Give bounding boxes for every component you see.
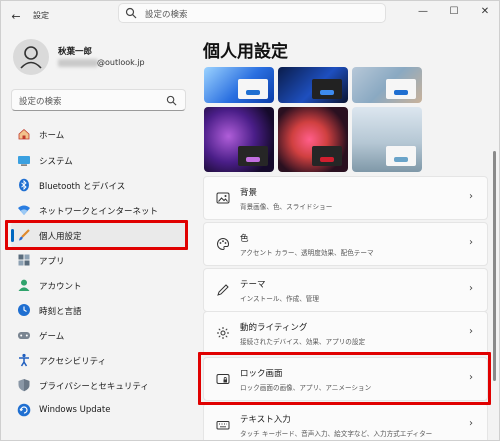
page-title: 個人用設定 <box>203 42 288 62</box>
theme-thumbnail-4[interactable] <box>204 107 274 172</box>
card-title: 色 <box>240 234 249 244</box>
search-icon <box>166 95 177 106</box>
theme-thumbnail-5[interactable] <box>278 107 348 172</box>
card-title: 背景 <box>240 188 258 198</box>
lighting-icon <box>216 326 230 340</box>
highlight-box-personalization <box>5 220 188 250</box>
update-icon <box>17 403 31 417</box>
back-button[interactable]: ← <box>7 7 25 25</box>
close-button[interactable]: ✕ <box>475 4 495 18</box>
profile-name: 秋葉一郎 <box>58 47 93 57</box>
sidebar-item-accessibility[interactable]: アクセシビリティ <box>11 347 186 373</box>
email-redacted <box>58 59 98 67</box>
account-icon <box>17 278 31 292</box>
theme-thumbnail-1[interactable] <box>204 67 274 103</box>
sidebar-item-label: Bluetooth とデバイス <box>39 182 126 192</box>
settings-window: ← 設定 設定の検索 — ☐ ✕ 秋葉一郎 @outlook.jp 設定の検索 <box>0 0 500 441</box>
sidebar-search-placeholder: 設定の検索 <box>19 97 62 107</box>
setting-themes[interactable]: テーマ インストール、作成、管理 › <box>203 268 488 312</box>
apps-icon <box>17 253 31 267</box>
highlight-box-lock-screen <box>198 352 491 405</box>
sidebar-item-label: アプリ <box>39 257 65 267</box>
sidebar-item-label: アカウント <box>39 282 82 292</box>
user-icon <box>20 46 42 69</box>
sidebar-item-bluetooth[interactable]: Bluetooth とデバイス <box>11 172 186 198</box>
sidebar-item-label: ネットワークとインターネット <box>39 207 159 217</box>
app-title: 設定 <box>33 11 49 20</box>
chevron-right-icon: › <box>469 191 473 202</box>
sidebar-item-time-language[interactable]: 時刻と言語 <box>11 297 186 323</box>
card-title: 動的ライティング <box>240 323 308 333</box>
search-icon <box>125 7 137 19</box>
sidebar-item-windows-update[interactable]: Windows Update <box>11 397 186 423</box>
image-icon <box>216 191 230 205</box>
setting-dynamic-lighting[interactable]: 動的ライティング 接続されたデバイス、効果、アプリの設定 › <box>203 311 488 355</box>
system-icon <box>17 153 31 167</box>
sidebar-item-label: ホーム <box>39 131 65 141</box>
accessibility-icon <box>17 353 31 367</box>
shield-icon <box>17 378 31 392</box>
sidebar-item-label: 時刻と言語 <box>39 307 82 317</box>
sidebar-item-home[interactable]: ホーム <box>11 121 186 147</box>
setting-text-input[interactable]: テキスト入力 タッチ キーボード、音声入力、絵文字など、入力方式エディター › <box>203 403 488 440</box>
setting-background[interactable]: 背景 背景画像、色、スライドショー › <box>203 176 488 220</box>
wifi-icon <box>17 203 31 217</box>
card-subtitle: アクセント カラー、透明度効果、配色テーマ <box>240 249 374 257</box>
sidebar-item-label: システム <box>39 157 73 167</box>
sidebar-item-label: プライバシーとセキュリティ <box>39 382 149 392</box>
theme-thumbnail-2[interactable] <box>278 67 348 103</box>
sidebar-item-label: ゲーム <box>39 332 65 342</box>
card-subtitle: 背景画像、色、スライドショー <box>240 203 333 211</box>
card-title: テーマ <box>240 280 266 290</box>
minimize-button[interactable]: — <box>413 4 433 18</box>
profile-email: @outlook.jp <box>97 58 145 67</box>
sidebar-item-system[interactable]: システム <box>11 147 186 173</box>
pen-icon <box>216 283 230 297</box>
top-search-box[interactable]: 設定の検索 <box>118 3 386 23</box>
card-subtitle: インストール、作成、管理 <box>240 295 319 303</box>
sidebar-item-apps[interactable]: アプリ <box>11 247 186 273</box>
chevron-right-icon: › <box>469 326 473 337</box>
maximize-button[interactable]: ☐ <box>444 4 464 18</box>
scrollbar[interactable] <box>493 151 496 381</box>
card-title: テキスト入力 <box>240 415 291 425</box>
card-subtitle: 接続されたデバイス、効果、アプリの設定 <box>240 338 366 346</box>
palette-icon <box>216 237 230 251</box>
sidebar-item-privacy[interactable]: プライバシーとセキュリティ <box>11 372 186 398</box>
chevron-right-icon: › <box>469 237 473 248</box>
keyboard-icon <box>216 418 230 432</box>
theme-thumbnail-3[interactable] <box>352 67 422 103</box>
top-search-placeholder: 設定の検索 <box>145 10 188 20</box>
card-subtitle: タッチ キーボード、音声入力、絵文字など、入力方式エディター <box>240 430 433 438</box>
time-language-icon <box>17 303 31 317</box>
home-icon <box>17 127 31 141</box>
sidebar-item-label: アクセシビリティ <box>39 357 107 367</box>
title-bar: ← 設定 設定の検索 — ☐ ✕ <box>1 1 499 31</box>
avatar[interactable] <box>13 39 49 75</box>
setting-colors[interactable]: 色 アクセント カラー、透明度効果、配色テーマ › <box>203 222 488 266</box>
theme-thumbnail-6[interactable] <box>352 107 422 172</box>
sidebar-search-input[interactable]: 設定の検索 <box>11 89 186 111</box>
chevron-right-icon: › <box>469 283 473 294</box>
chevron-right-icon: › <box>469 418 473 429</box>
sidebar-item-label: Windows Update <box>39 405 111 415</box>
sidebar-item-accounts[interactable]: アカウント <box>11 272 186 298</box>
sidebar-item-gaming[interactable]: ゲーム <box>11 322 186 348</box>
bluetooth-icon <box>17 178 31 192</box>
gamepad-icon <box>17 328 31 342</box>
